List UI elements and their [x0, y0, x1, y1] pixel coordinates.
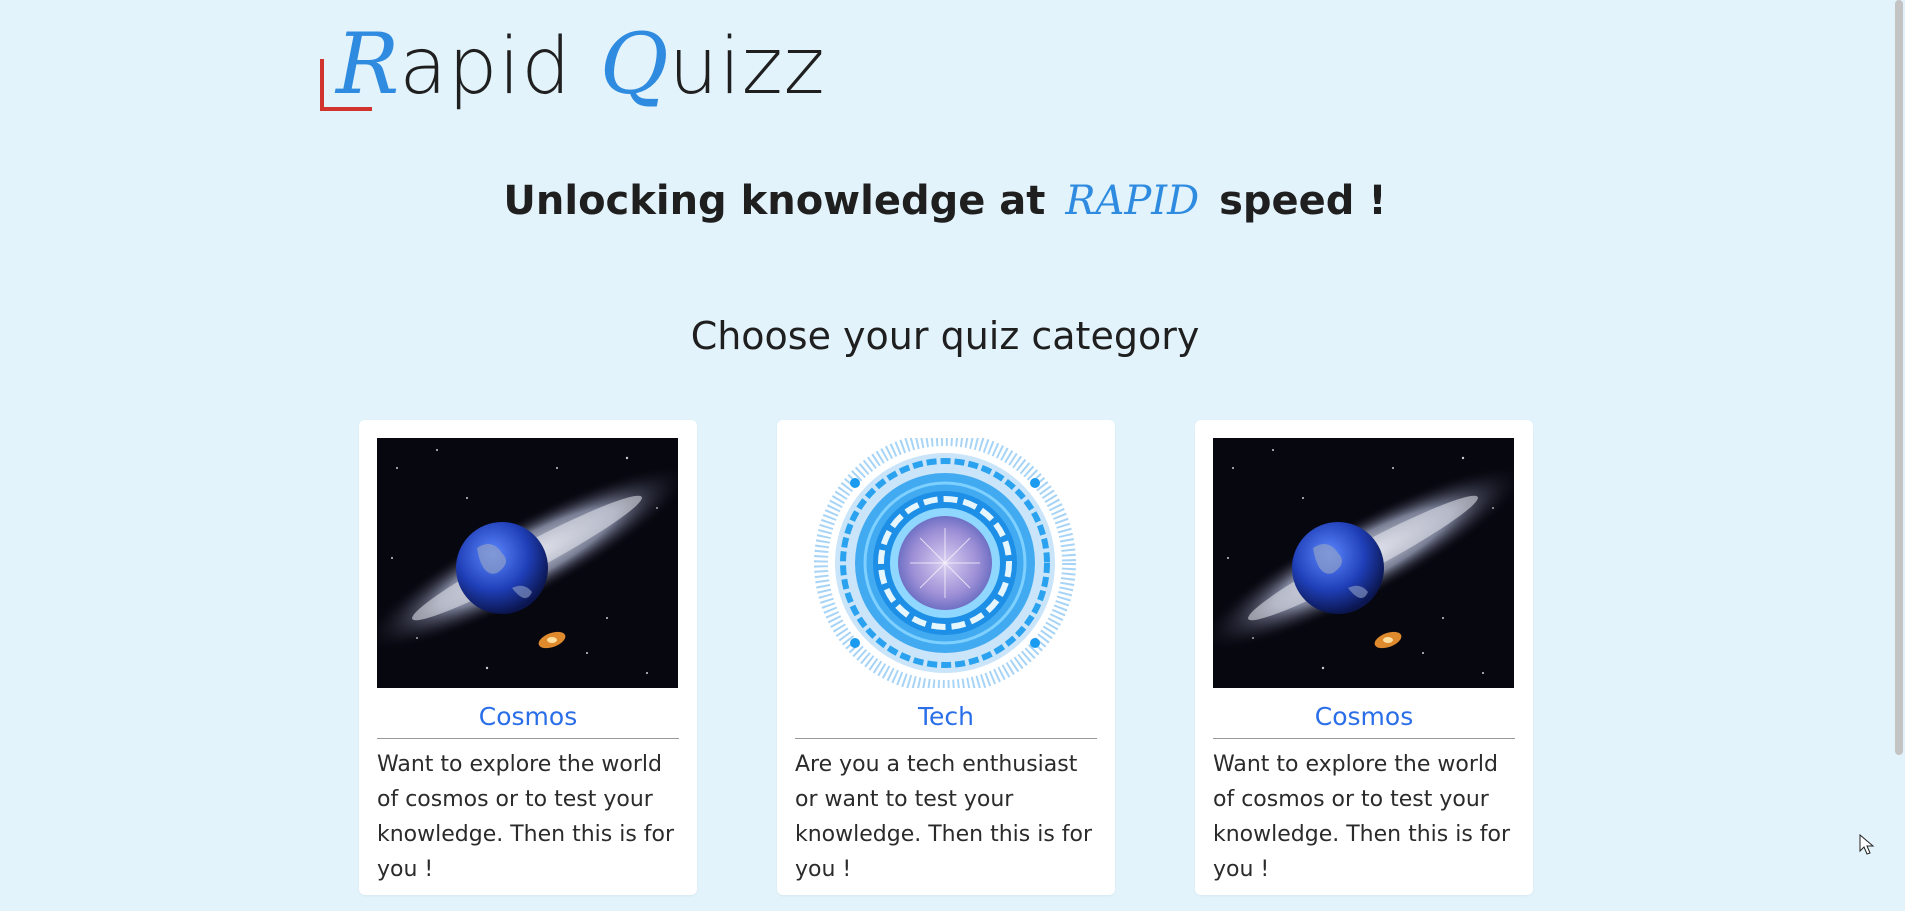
scrollbar-thumb[interactable]	[1895, 0, 1903, 755]
card-title-tech[interactable]: Tech	[795, 688, 1097, 739]
tagline-accent: RAPID	[1065, 178, 1200, 224]
tagline-after: speed !	[1219, 178, 1387, 224]
card-title-cosmos[interactable]: Cosmos	[377, 688, 679, 739]
cosmos-image[interactable]	[377, 438, 678, 688]
cosmos-image[interactable]	[1213, 438, 1514, 688]
category-card-cosmos-2[interactable]: Cosmos Want to explore the world of cosm…	[1195, 420, 1533, 895]
site-logo[interactable]: Rapid Quizz	[320, 14, 826, 114]
card-description-tech: Are you a tech enthusiast or want to tes…	[795, 752, 1093, 882]
logo-word-quizz: uizz	[668, 22, 826, 112]
logo-word-rapid: apid	[399, 22, 572, 112]
logo-corner-mark	[320, 59, 372, 111]
card-title-cosmos-2[interactable]: Cosmos	[1213, 688, 1515, 739]
mouse-cursor-icon	[1859, 834, 1875, 855]
category-section-title: Choose your quiz category	[690, 314, 1200, 358]
category-card-tech[interactable]: Tech Are you a tech enthusiast or want t…	[777, 420, 1115, 895]
tagline-heading: Unlocking knowledge at RAPID speed !	[0, 178, 1890, 224]
tech-image[interactable]	[795, 438, 1096, 688]
tagline-before: Unlocking knowledge at	[503, 178, 1046, 224]
category-card-cosmos[interactable]: Cosmos Want to explore the world of cosm…	[359, 420, 697, 895]
card-description-cosmos: Want to explore the world of cosmos or t…	[377, 752, 675, 882]
card-description-cosmos-2: Want to explore the world of cosmos or t…	[1213, 752, 1511, 882]
page-scrollbar[interactable]	[1893, 0, 1905, 911]
category-cards: Cosmos Want to explore the world of cosm…	[359, 420, 1533, 895]
logo-initial-q: Q	[599, 15, 669, 113]
